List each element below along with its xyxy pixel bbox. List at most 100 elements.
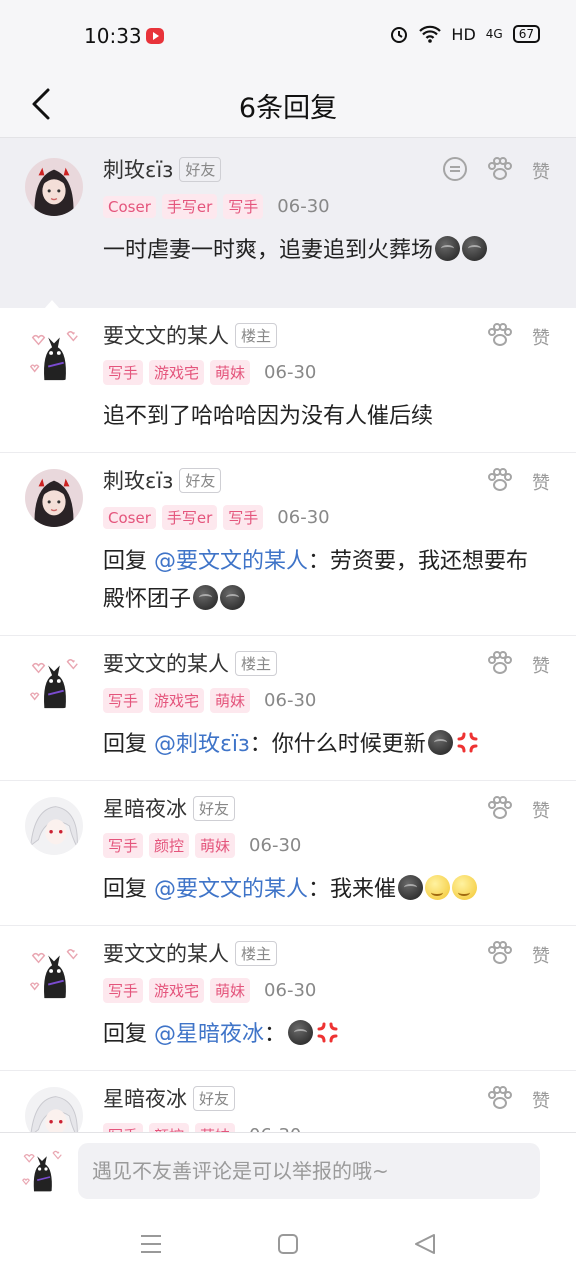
avatar[interactable] [25, 469, 83, 527]
comment-actions: 赞 [486, 795, 550, 825]
comment-text: 追不到了哈哈哈因为没有人催后续 [103, 398, 546, 436]
user-tag: 写手 [103, 688, 144, 713]
paw-like-icon[interactable] [486, 795, 514, 825]
comment-body: ： [264, 1022, 287, 1047]
anger-emoji-icon [455, 730, 480, 755]
user-tag: Coser [103, 195, 156, 218]
name-row: 星暗夜冰 好友 [103, 1083, 236, 1113]
comment-item[interactable]: 星暗夜冰好友写手颜控萌妹 06-30 赞 [0, 1071, 576, 1132]
user-tags: 写手 游戏宅 萌妹 06-30 [103, 978, 316, 1003]
menu-nav-icon[interactable] [140, 1234, 162, 1254]
like-button[interactable]: 赞 [532, 158, 550, 184]
paw-like-icon[interactable] [486, 940, 514, 970]
paw-like-icon[interactable] [486, 650, 514, 680]
like-button[interactable]: 赞 [532, 942, 550, 968]
comment-body: ：你什么时候更新 [249, 732, 426, 757]
user-badge: 楼主 [235, 650, 278, 676]
comment-item[interactable]: 刺玫ɛïɜ 好友 Coser 手写er 写手 06-30 一时虐妻一时爽，追妻追到火葬场 赞 [0, 138, 576, 309]
user-name[interactable]: 刺玫ɛïɜ [103, 465, 173, 495]
mention-link[interactable]: @要文文的某人 [154, 549, 308, 574]
page-header: 6条回复 [0, 70, 576, 138]
user-tags: 写手颜控萌妹 06-30 [103, 1123, 301, 1132]
user-tag: 手写er [161, 194, 218, 219]
comment-body: ：我来催 [308, 877, 397, 902]
name-row: 要文文的某人 楼主 [103, 320, 278, 350]
comment-date: 06-30 [249, 1125, 301, 1132]
like-button[interactable]: 赞 [532, 324, 550, 350]
user-name[interactable]: 刺玫ɛïɜ [103, 154, 173, 184]
user-name[interactable]: 星暗夜冰 [103, 1083, 187, 1113]
user-tags: Coser 手写er 写手 06-30 [103, 505, 330, 530]
user-tag: 萌妹 [195, 833, 236, 858]
smirk-emoji-icon [425, 875, 451, 900]
comment-text: 回复 @刺玫ɛïɜ：你什么时候更新 [103, 726, 546, 764]
mention-link[interactable]: @星暗夜冰 [154, 1022, 264, 1047]
avatar[interactable] [25, 797, 83, 855]
home-nav-icon[interactable] [277, 1234, 299, 1254]
dark-face-emoji-icon [435, 236, 461, 261]
dark-face-emoji-icon [288, 1020, 314, 1045]
user-tags: Coser 手写er 写手 06-30 [103, 194, 330, 219]
comment-date: 06-30 [249, 835, 302, 856]
current-user-avatar [18, 1145, 66, 1193]
avatar[interactable] [25, 158, 83, 216]
user-tag: 写手 [103, 360, 144, 385]
reply-prefix: 回复 [103, 549, 154, 574]
comment-item[interactable]: 要文文的某人 楼主写手 游戏宅 萌妹 06-30 回复 @星暗夜冰： 赞 [0, 926, 576, 1071]
user-tag: Coser [103, 506, 156, 529]
user-tag: 写手 [103, 833, 144, 858]
user-tag: 游戏宅 [149, 688, 205, 713]
user-name[interactable]: 要文文的某人 [103, 648, 229, 678]
mention-link[interactable]: @刺玫ɛïɜ [154, 732, 250, 757]
user-tags: 写手颜控萌妹 06-30 [103, 833, 301, 858]
user-tag: 写手 [103, 1123, 144, 1132]
comment-body: 追不到了哈哈哈因为没有人催后续 [103, 404, 434, 429]
name-row: 要文文的某人 楼主 [103, 648, 278, 678]
battery-icon: 67 [512, 25, 540, 43]
network-label: HD [451, 24, 476, 44]
user-tag: 萌妹 [210, 360, 251, 385]
user-name[interactable]: 要文文的某人 [103, 938, 229, 968]
comment-item[interactable]: 要文文的某人 楼主写手 游戏宅 萌妹 06-30 追不到了哈哈哈因为没有人催后续 赞 [0, 308, 576, 453]
paw-like-icon[interactable] [486, 322, 514, 352]
name-row: 要文文的某人 楼主 [103, 938, 278, 968]
avatar[interactable] [25, 942, 83, 1000]
screen-record-icon [146, 28, 164, 44]
comment-actions: 赞 [486, 322, 550, 352]
user-tag: 颜控 [149, 833, 190, 858]
reply-prefix: 回复 [103, 732, 154, 757]
comment-item[interactable]: 星暗夜冰 好友 写手 颜控 萌妹 06-30 回复 @要文文的某人：我来催 赞 [0, 781, 576, 926]
like-button[interactable]: 赞 [532, 652, 550, 678]
user-tag: 游戏宅 [149, 360, 205, 385]
avatar[interactable] [25, 652, 83, 710]
like-button[interactable]: 赞 [532, 469, 550, 495]
paw-like-icon[interactable] [486, 156, 514, 186]
back-nav-icon[interactable] [414, 1234, 436, 1254]
user-name[interactable]: 星暗夜冰 [103, 793, 187, 823]
user-tag: 写手 [103, 978, 144, 1003]
user-tags: 写手 游戏宅 萌妹 06-30 [103, 360, 316, 385]
user-name[interactable]: 要文文的某人 [103, 320, 229, 350]
comment-date: 06-30 [277, 196, 330, 217]
avatar[interactable] [25, 1087, 83, 1132]
reply-icon[interactable] [442, 156, 468, 186]
avatar[interactable] [25, 324, 83, 382]
dark-face-emoji-icon [398, 875, 424, 900]
user-badge: 楼主 [235, 322, 278, 348]
dark-face-emoji-icon [220, 585, 246, 610]
comment-item[interactable]: 刺玫ɛïɜ 好友 Coser 手写er 写手 06-30 回复 @要文文的某人：劳资要，我还… [0, 453, 576, 636]
paw-like-icon[interactable] [486, 1085, 514, 1115]
like-button[interactable]: 赞 [532, 1087, 550, 1113]
mention-link[interactable]: @要文文的某人 [154, 877, 308, 902]
like-button[interactable]: 赞 [532, 797, 550, 823]
comment-item[interactable]: 要文文的某人 楼主 写手 游戏宅 萌妹 06-30 回复 @刺玫ɛïɜ：你什么时候更新 赞 [0, 636, 576, 781]
signal-label: 4G [485, 27, 503, 41]
user-badge: 楼主 [235, 940, 278, 966]
status-time: 10:33 [84, 24, 142, 48]
reply-list[interactable]: 刺玫ɛïɜ 好友 Coser 手写er 写手 06-30 一时虐妻一时爽，追妻追到火葬场赞要… [0, 138, 576, 1132]
anger-emoji-icon [315, 1020, 340, 1045]
comment-input[interactable]: 遇见不友善评论是可以举报的哦~ [78, 1143, 540, 1199]
comment-text: 回复 @星暗夜冰： [103, 1016, 546, 1054]
paw-like-icon[interactable] [486, 467, 514, 497]
comment-text: 回复 @要文文的某人：我来催 [103, 871, 546, 909]
